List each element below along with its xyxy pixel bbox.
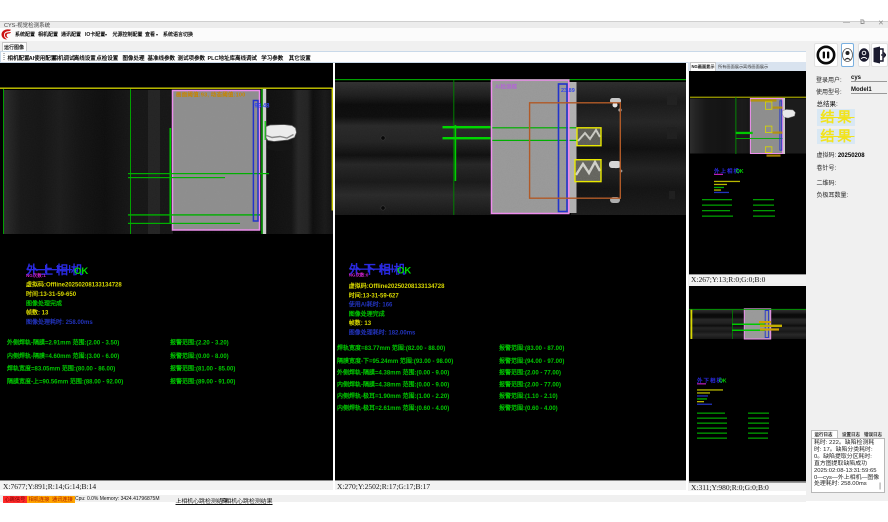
svg-text:AI检测框: AI检测框 [495,83,518,91]
svg-text:报警范围:(2.20 - 3.20): 报警范围:(2.20 - 3.20) [170,339,229,347]
svg-text:时间:13-31-59-650: 时间:13-31-59-650 [26,290,77,298]
svg-text:23.89: 23.89 [561,88,575,94]
svg-text:报警范围:(0.00 - 8.00): 报警范围:(0.00 - 8.00) [170,352,229,360]
svg-text:图像处理完成: 图像处理完成 [349,310,385,318]
svg-text:图像处理耗时: 258.00ms: 图像处理耗时: 258.00ms [26,318,93,326]
svg-text:报警范围:(2.00 - 77.00): 报警范围:(2.00 - 77.00) [499,381,561,389]
svg-text:报警范围:(1.10 - 2.10): 报警范围:(1.10 - 2.10) [499,392,558,400]
svg-text:OK: OK [397,266,411,277]
svg-text:内侧焊轨-极耳=2.61mm 范围:(0.60 - 4.00: 内侧焊轨-极耳=2.61mm 范围:(0.60 - 4.00) [337,404,449,412]
svg-text:报警范围:(94.00 - 97.00): 报警范围:(94.00 - 97.00) [499,357,564,365]
svg-text:时间:13-31-59-627: 时间:13-31-59-627 [349,292,400,300]
svg-text:内侧焊轨-极耳=1.90mm 范围:(1.00 - 2.20: 内侧焊轨-极耳=1.90mm 范围:(1.00 - 2.20) [337,392,449,400]
svg-text:报警范围:(0.60 - 4.00): 报警范围:(0.60 - 4.00) [499,404,558,412]
svg-text:使用AI耗时: 166: 使用AI耗时: 166 [348,301,393,309]
svg-text:OK: OK [736,169,744,175]
svg-text:隔膜宽度-下=95.24mm 范围:(93.00 - 98.: 隔膜宽度-下=95.24mm 范围:(93.00 - 98.00) [337,357,453,365]
svg-text:报警范围:(81.00 - 85.00): 报警范围:(81.00 - 85.00) [170,365,235,373]
svg-text:隔膜宽度-上=90.56mm 范围:(88.00 - 92.: 隔膜宽度-上=90.56mm 范围:(88.00 - 92.00) [7,378,123,386]
svg-text:图像处理耗时: 182.00ms: 图像处理耗时: 182.00ms [349,329,416,337]
svg-text:虚拟码:Offline20250208133134728: 虚拟码:Offline20250208133134728 [349,282,445,290]
svg-text:报警范围:(89.00 - 91.00): 报警范围:(89.00 - 91.00) [170,378,235,386]
svg-text:帧数: 13: 帧数: 13 [26,309,49,317]
svg-text:外侧焊轨-隔膜=2.91mm 范围:(2.00 - 3.50: 外侧焊轨-隔膜=2.91mm 范围:(2.00 - 3.50) [6,339,119,347]
svg-text:OK: OK [719,379,727,385]
svg-text:虚拟码:Offline20250208133134728: 虚拟码:Offline20250208133134728 [26,281,122,289]
svg-text:NG次数:1: NG次数:1 [26,272,46,279]
svg-text:帧数: 13: 帧数: 13 [349,319,372,327]
svg-text:外侧焊轨-隔膜=4.38mm 范围:(0.00 - 9.00: 外侧焊轨-隔膜=4.38mm 范围:(0.00 - 9.00) [336,369,449,377]
svg-text:焊轨宽度=83.77mm 范围:(82.00 - 88.00: 焊轨宽度=83.77mm 范围:(82.00 - 88.00) [337,344,445,352]
svg-text:内侧焊轨-隔膜=4.60mm 范围:(3.00 - 6.00: 内侧焊轨-隔膜=4.60mm 范围:(3.00 - 6.00) [7,352,119,360]
svg-text:OK: OK [74,266,88,277]
svg-text:焊轨宽度=83.05mm 范围:(80.00 - 86.00: 焊轨宽度=83.05mm 范围:(80.00 - 86.00) [7,365,115,373]
svg-text:图像处理完成: 图像处理完成 [26,300,62,308]
svg-text:报警范围:(2.00 - 77.00): 报警范围:(2.00 - 77.00) [499,369,561,377]
svg-text:报警范围:(83.00 - 87.00): 报警范围:(83.00 - 87.00) [499,344,564,352]
svg-text:NG次数:0: NG次数:0 [349,272,369,279]
svg-text:93.48: 93.48 [255,104,271,110]
svg-text:内侧焊轨-隔膜=4.38mm 范围:(0.00 - 9.00: 内侧焊轨-隔膜=4.38mm 范围:(0.00 - 9.00) [337,381,449,389]
svg-text:画面阈值:93, 动态阈值:100: 画面阈值:93, 动态阈值:100 [176,91,245,99]
